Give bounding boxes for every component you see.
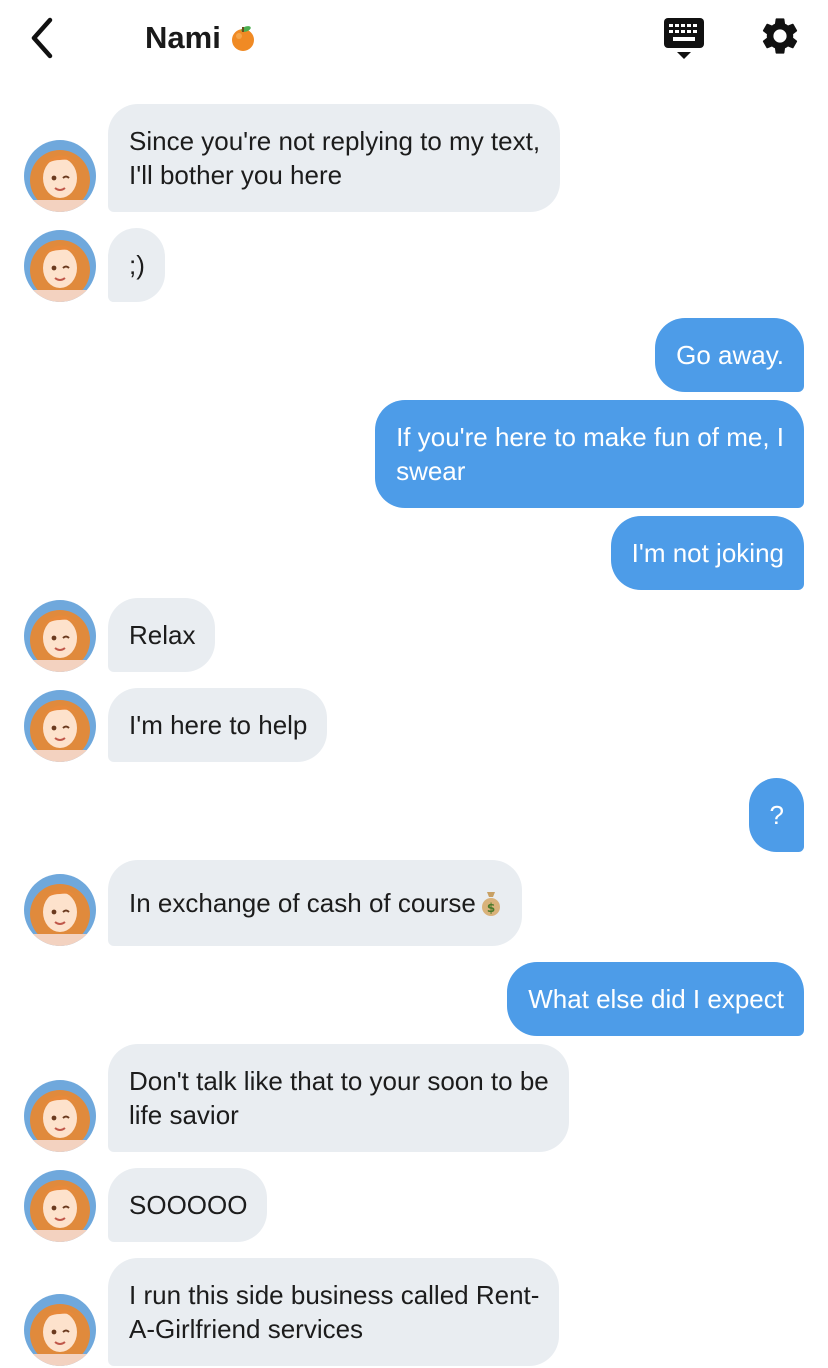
chat-header: Nami [0, 0, 828, 80]
outgoing-message[interactable]: Go away. [655, 318, 804, 392]
avatar[interactable] [24, 874, 96, 946]
outgoing-message[interactable]: If you're here to make fun of me, I swea… [375, 400, 804, 508]
chevron-left-icon [31, 17, 53, 59]
message-text: Since you're not replying to my text, I'… [129, 126, 541, 190]
message-text: I'm here to help [129, 710, 308, 740]
message-text: What else did I expect [528, 984, 784, 1014]
incoming-message[interactable]: Don't talk like that to your soon to be … [108, 1044, 569, 1152]
message-text: Relax [129, 620, 196, 650]
incoming-message[interactable]: ;) [108, 228, 165, 302]
message-text: ? [769, 800, 784, 830]
message-text: ;) [129, 250, 145, 280]
incoming-message[interactable]: I run this side business called Rent- A-… [108, 1258, 560, 1366]
avatar[interactable] [24, 1170, 96, 1242]
chat-title: Nami [145, 20, 257, 56]
avatar[interactable] [24, 690, 96, 762]
keyboard-button[interactable] [662, 16, 706, 60]
avatar[interactable] [24, 140, 96, 212]
avatar[interactable] [24, 1294, 96, 1366]
outgoing-message[interactable]: What else did I expect [507, 962, 804, 1036]
incoming-message[interactable]: Relax [108, 598, 216, 672]
svg-text:$: $ [487, 901, 495, 915]
avatar[interactable] [24, 600, 96, 672]
settings-button[interactable] [758, 14, 802, 58]
incoming-message[interactable]: Since you're not replying to my text, I'… [108, 104, 561, 212]
message-text: Don't talk like that to your soon to be … [129, 1066, 549, 1130]
avatar[interactable] [24, 230, 96, 302]
tangerine-emoji-icon [231, 26, 254, 51]
message-text: SOOOOO [129, 1190, 248, 1220]
incoming-message[interactable]: In exchange of cash of course $ [108, 860, 522, 946]
contact-name: Nami [145, 20, 221, 55]
message-text: Go away. [676, 340, 784, 370]
money-bag-emoji-icon: $ [481, 892, 500, 916]
message-text: In exchange of cash of course [129, 888, 476, 918]
outgoing-message[interactable]: I'm not joking [610, 516, 804, 590]
incoming-message[interactable]: I'm here to help [108, 688, 328, 762]
message-text: I run this side business called Rent- A-… [129, 1280, 540, 1344]
outgoing-message[interactable]: ? [748, 778, 804, 852]
gear-icon [762, 18, 798, 54]
message-text: If you're here to make fun of me, I swea… [396, 422, 784, 486]
message-text: I'm not joking [631, 538, 784, 568]
back-button[interactable] [24, 14, 64, 62]
avatar[interactable] [24, 1080, 96, 1152]
keyboard-icon [664, 18, 704, 59]
incoming-message[interactable]: SOOOOO [108, 1168, 268, 1242]
